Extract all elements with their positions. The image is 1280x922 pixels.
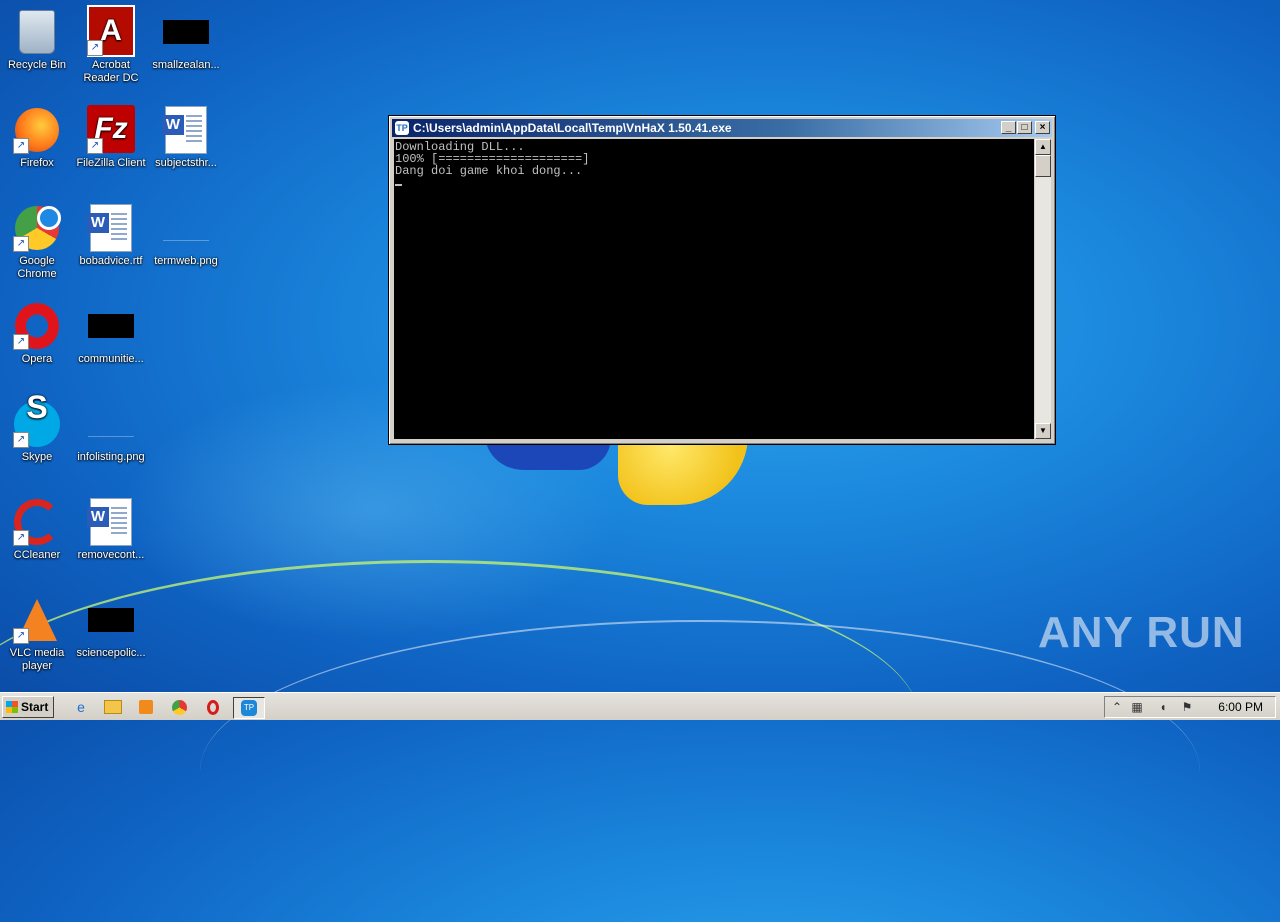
- word-document-icon: W: [162, 106, 207, 154]
- folder-icon[interactable]: [102, 697, 124, 717]
- desktop-icon-vlc[interactable]: ↗ VLC media player: [0, 596, 74, 673]
- desktop-icon-label: Acrobat Reader DC: [83, 59, 139, 84]
- shortcut-arrow-icon: ↗: [87, 138, 103, 154]
- shortcut-arrow-icon: ↗: [13, 236, 29, 252]
- shortcut-arrow-icon: ↗: [13, 530, 29, 546]
- text-cursor: [395, 184, 402, 186]
- desktop-icon-firefox[interactable]: ↗ Firefox: [0, 106, 74, 170]
- desktop-icon-recycle-bin[interactable]: Recycle Bin: [0, 8, 74, 72]
- scroll-down-button[interactable]: ▼: [1035, 423, 1051, 439]
- desktop-icon-label: bobadvice.rtf: [79, 255, 143, 267]
- network-icon[interactable]: ▦: [1129, 699, 1145, 715]
- opera-taskbar-icon[interactable]: [202, 697, 224, 717]
- desktop-icon-label: Google Chrome: [17, 255, 57, 280]
- scroll-up-button[interactable]: ▲: [1035, 139, 1051, 155]
- word-letter-icon: W: [162, 115, 184, 135]
- image-file-icon: [88, 412, 134, 437]
- start-button[interactable]: Start: [2, 696, 54, 718]
- tray-expand-icon[interactable]: ⌃: [1109, 699, 1125, 715]
- vnhax-taskbar-button[interactable]: TP: [233, 697, 265, 719]
- internet-explorer-icon[interactable]: e: [70, 697, 92, 717]
- close-button[interactable]: ×: [1035, 121, 1050, 134]
- desktop-icon-filezilla[interactable]: Fz ↗ FileZilla Client: [74, 104, 148, 170]
- console-window[interactable]: TP C:\Users\admin\AppData\Local\Temp\VnH…: [388, 115, 1056, 445]
- image-file-icon: [163, 216, 209, 241]
- word-document-icon: W: [87, 498, 132, 546]
- volume-icon[interactable]: ◖: [1155, 699, 1171, 715]
- desktop-icon-label: communitie...: [78, 353, 144, 365]
- shortcut-arrow-icon: ↗: [13, 334, 29, 350]
- vertical-scrollbar[interactable]: ▲ ▼: [1035, 139, 1051, 439]
- chrome-taskbar-icon[interactable]: [168, 697, 190, 717]
- desktop-icon-removecont[interactable]: W removecont...: [74, 498, 148, 562]
- desktop-icon-label: Opera: [21, 353, 53, 365]
- file-thumbnail-icon: [88, 314, 134, 338]
- app-icon: TP: [395, 121, 409, 135]
- desktop-icon-ccleaner[interactable]: ↗ CCleaner: [0, 498, 74, 562]
- console-titlebar[interactable]: TP C:\Users\admin\AppData\Local\Temp\VnH…: [392, 119, 1052, 137]
- desktop-icon-sciencepolic[interactable]: sciencepolic...: [74, 596, 148, 660]
- desktop-icon-smallzealan[interactable]: smallzealan...: [149, 8, 223, 72]
- desktop-icon-label: Firefox: [20, 157, 54, 169]
- maximize-button[interactable]: □: [1017, 121, 1032, 134]
- system-tray: ⌃ ▦ ◖ ⚑ 6:00 PM: [1104, 696, 1276, 718]
- recycle-bin-icon: [19, 10, 55, 54]
- shortcut-arrow-icon: ↗: [87, 40, 103, 56]
- word-document-icon: W: [87, 204, 132, 252]
- console-output[interactable]: Downloading DLL... 100% [================…: [394, 139, 1034, 439]
- shortcut-arrow-icon: ↗: [13, 138, 29, 154]
- desktop-icon-opera[interactable]: ↗ Opera: [0, 302, 74, 366]
- desktop-icon-label: VLC media player: [9, 647, 65, 672]
- desktop-icon-skype[interactable]: S ↗ Skype: [0, 391, 74, 464]
- desktop-icon-label: FileZilla Client: [76, 157, 146, 169]
- desktop-icon-label: infolisting.png: [77, 451, 145, 463]
- desktop-icon-label: smallzealan...: [152, 59, 220, 71]
- word-letter-icon: W: [87, 507, 109, 527]
- wallpaper-arc-2: [200, 620, 1200, 922]
- desktop-icon-infolisting[interactable]: infolisting.png: [74, 400, 148, 464]
- desktop-icon-subjectsthr[interactable]: W subjectsthr...: [149, 106, 223, 170]
- scroll-thumb[interactable]: [1035, 155, 1051, 177]
- clock[interactable]: 6:00 PM: [1218, 697, 1263, 717]
- desktop-icon-label: sciencepolic...: [76, 647, 146, 659]
- window-title: C:\Users\admin\AppData\Local\Temp\VnHaX …: [413, 121, 732, 135]
- desktop-icon-label: removecont...: [77, 549, 145, 561]
- file-thumbnail-icon: [163, 20, 209, 44]
- desktop-icon-label: subjectsthr...: [155, 157, 217, 169]
- desktop-icon-communitie[interactable]: communitie...: [74, 302, 148, 366]
- shortcut-arrow-icon: ↗: [13, 432, 29, 448]
- desktop-icon-label: termweb.png: [154, 255, 218, 267]
- desktop-icon-label: Recycle Bin: [7, 59, 67, 71]
- word-letter-icon: W: [87, 213, 109, 233]
- file-thumbnail-icon: [88, 608, 134, 632]
- shortcut-arrow-icon: ↗: [13, 628, 29, 644]
- desktop-icon-acrobat[interactable]: A ↗ Acrobat Reader DC: [74, 4, 148, 85]
- desktop-icon-label: Skype: [21, 451, 53, 463]
- desktop-icon-label: CCleaner: [13, 549, 61, 561]
- desktop-icon-bobadvice[interactable]: W bobadvice.rtf: [74, 204, 148, 268]
- action-center-flag-icon[interactable]: ⚑: [1179, 699, 1195, 715]
- desktop-icon-google-chrome[interactable]: ↗ Google Chrome: [0, 204, 74, 281]
- desktop-icon-termweb[interactable]: termweb.png: [149, 204, 223, 268]
- taskbar: Start e TP ⌃ ▦ ◖ ⚑ 6:00 PM: [0, 692, 1280, 720]
- anyrun-watermark: ANY RUN: [1038, 608, 1245, 657]
- console-line: Dang doi game khoi dong...: [395, 164, 583, 178]
- media-player-icon[interactable]: [135, 697, 157, 717]
- minimize-button[interactable]: _: [1001, 121, 1016, 134]
